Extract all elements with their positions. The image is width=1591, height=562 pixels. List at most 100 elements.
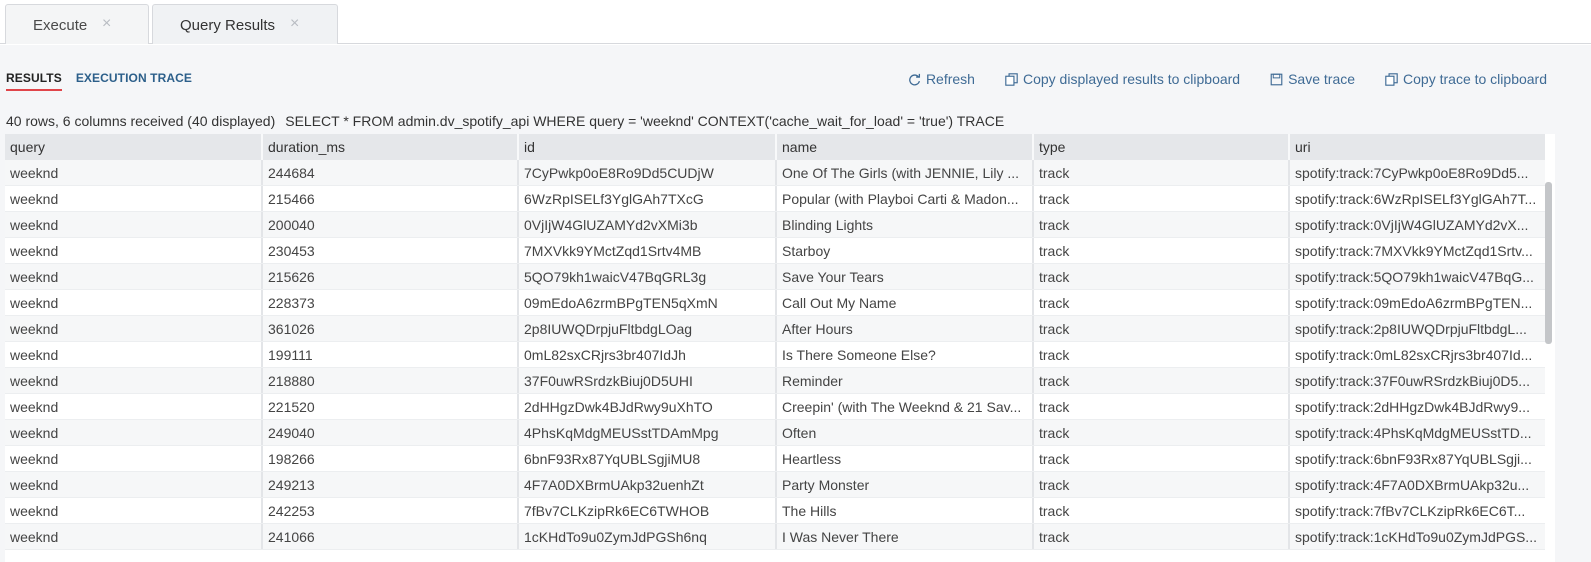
table-scrollbar[interactable] — [1545, 182, 1552, 344]
table-cell[interactable]: 241066 — [263, 524, 519, 549]
table-cell[interactable]: track — [1034, 394, 1290, 419]
table-row[interactable]: weeknd 221520 2dHHgzDwk4BJdRwy9uXhTO Creepi… — [5, 394, 1545, 420]
table-cell[interactable]: Reminder — [777, 368, 1034, 393]
table-cell[interactable]: 7MXVkk9YMctZqd1Srtv4MB — [519, 238, 777, 263]
table-row[interactable]: weeknd 249040 4PhsKqMdgMEUSstTDAmMpg Often t… — [5, 420, 1545, 446]
table-cell[interactable]: 0mL82sxCRjrs3br407IdJh — [519, 342, 777, 367]
table-cell[interactable]: spotify:track:0mL82sxCRjrs3br407Id... — [1290, 342, 1545, 367]
table-cell[interactable]: 361026 — [263, 316, 519, 341]
table-cell[interactable]: Party Monster — [777, 472, 1034, 497]
table-cell[interactable]: weeknd — [5, 368, 263, 393]
table-row[interactable]: weeknd 215466 6WzRpISELf3YglGAh7TXcG Popula… — [5, 186, 1545, 212]
table-cell[interactable]: 09mEdoA6zrmBPgTEN5qXmN — [519, 290, 777, 315]
table-cell[interactable]: weeknd — [5, 186, 263, 211]
table-cell[interactable]: Often — [777, 420, 1034, 445]
save-trace-button[interactable]: Save trace — [1270, 71, 1355, 87]
table-cell[interactable]: spotify:track:09mEdoA6zrmBPgTEN... — [1290, 290, 1545, 315]
column-header[interactable]: name — [777, 134, 1034, 160]
table-cell[interactable]: track — [1034, 238, 1290, 263]
table-row[interactable]: weeknd 228373 09mEdoA6zrmBPgTEN5qXmN Call O… — [5, 290, 1545, 316]
table-cell[interactable]: 199111 — [263, 342, 519, 367]
column-header[interactable]: id — [519, 134, 777, 160]
table-cell[interactable]: Starboy — [777, 238, 1034, 263]
table-cell[interactable]: weeknd — [5, 446, 263, 471]
table-cell[interactable]: 4PhsKqMdgMEUSstTDAmMpg — [519, 420, 777, 445]
table-cell[interactable]: The Hills — [777, 498, 1034, 523]
table-cell[interactable]: I Was Never There — [777, 524, 1034, 549]
table-cell[interactable]: track — [1034, 472, 1290, 497]
table-cell[interactable]: spotify:track:4F7A0DXBrmUAkp32u... — [1290, 472, 1545, 497]
table-cell[interactable]: track — [1034, 420, 1290, 445]
table-cell[interactable]: 242253 — [263, 498, 519, 523]
tab-query-results-close-icon[interactable]: × — [290, 15, 299, 33]
table-cell[interactable]: Save Your Tears — [777, 264, 1034, 289]
table-cell[interactable]: spotify:track:37F0uwRSrdzkBiuj0D5... — [1290, 368, 1545, 393]
table-cell[interactable]: track — [1034, 186, 1290, 211]
table-cell[interactable]: spotify:track:5QO79kh1waicV47BqG... — [1290, 264, 1545, 289]
table-cell[interactable]: weeknd — [5, 342, 263, 367]
table-cell[interactable]: weeknd — [5, 264, 263, 289]
table-cell[interactable]: One Of The Girls (with JENNIE, Lily ... — [777, 160, 1034, 185]
tab-query-results[interactable]: Query Results × — [152, 4, 338, 44]
table-cell[interactable]: spotify:track:7MXVkk9YMctZqd1Srtv... — [1290, 238, 1545, 263]
table-cell[interactable]: spotify:track:2p8IUWQDrpjuFltbdgL... — [1290, 316, 1545, 341]
table-cell[interactable]: 6WzRpISELf3YglGAh7TXcG — [519, 186, 777, 211]
table-cell[interactable]: track — [1034, 498, 1290, 523]
table-cell[interactable]: 215466 — [263, 186, 519, 211]
table-cell[interactable]: Popular (with Playboi Carti & Madon... — [777, 186, 1034, 211]
table-cell[interactable]: 249040 — [263, 420, 519, 445]
column-header[interactable]: type — [1034, 134, 1290, 160]
subtab-results[interactable]: RESULTS — [6, 71, 62, 91]
table-cell[interactable]: track — [1034, 342, 1290, 367]
table-cell[interactable]: weeknd — [5, 160, 263, 185]
table-cell[interactable]: weeknd — [5, 316, 263, 341]
column-header[interactable]: uri — [1290, 134, 1545, 160]
table-cell[interactable]: Call Out My Name — [777, 290, 1034, 315]
table-cell[interactable]: track — [1034, 368, 1290, 393]
table-cell[interactable]: weeknd — [5, 420, 263, 445]
table-cell[interactable]: track — [1034, 264, 1290, 289]
refresh-button[interactable]: Refresh — [908, 71, 975, 87]
table-row[interactable]: weeknd 199111 0mL82sxCRjrs3br407IdJh Is The… — [5, 342, 1545, 368]
table-cell[interactable]: weeknd — [5, 212, 263, 237]
table-cell[interactable]: Blinding Lights — [777, 212, 1034, 237]
table-cell[interactable]: 37F0uwRSrdzkBiuj0D5UHI — [519, 368, 777, 393]
table-cell[interactable]: 230453 — [263, 238, 519, 263]
table-row[interactable]: weeknd 200040 0VjIjW4GlUZAMYd2vXMi3b Blindi… — [5, 212, 1545, 238]
table-cell[interactable]: Creepin' (with The Weeknd & 21 Sav... — [777, 394, 1034, 419]
table-cell[interactable]: 198266 — [263, 446, 519, 471]
table-cell[interactable]: 0VjIjW4GlUZAMYd2vXMi3b — [519, 212, 777, 237]
column-header[interactable]: duration_ms — [263, 134, 519, 160]
table-cell[interactable]: 6bnF93Rx87YqUBLSgjiMU8 — [519, 446, 777, 471]
table-cell[interactable]: spotify:track:6bnF93Rx87YqUBLSgji... — [1290, 446, 1545, 471]
table-cell[interactable]: 228373 — [263, 290, 519, 315]
table-cell[interactable]: Is There Someone Else? — [777, 342, 1034, 367]
table-cell[interactable]: After Hours — [777, 316, 1034, 341]
table-cell[interactable]: weeknd — [5, 472, 263, 497]
table-cell[interactable]: weeknd — [5, 238, 263, 263]
table-cell[interactable]: spotify:track:0VjIjW4GlUZAMYd2vX... — [1290, 212, 1545, 237]
table-row[interactable]: weeknd 244684 7CyPwkp0oE8Ro9Dd5CUDjW One Of… — [5, 160, 1545, 186]
copy-results-button[interactable]: Copy displayed results to clipboard — [1005, 71, 1240, 87]
column-header[interactable]: query — [5, 134, 263, 160]
table-cell[interactable]: 4F7A0DXBrmUAkp32uenhZt — [519, 472, 777, 497]
table-cell[interactable]: track — [1034, 212, 1290, 237]
copy-trace-button[interactable]: Copy trace to clipboard — [1385, 71, 1547, 87]
tab-execute[interactable]: Execute × — [5, 4, 149, 44]
table-cell[interactable]: spotify:track:4PhsKqMdgMEUSstTD... — [1290, 420, 1545, 445]
table-cell[interactable]: spotify:track:6WzRpISELf3YglGAh7T... — [1290, 186, 1545, 211]
table-cell[interactable]: weeknd — [5, 498, 263, 523]
table-row[interactable]: weeknd 242253 7fBv7CLKzipRk6EC6TWHOB The Hi… — [5, 498, 1545, 524]
table-cell[interactable]: 7fBv7CLKzipRk6EC6TWHOB — [519, 498, 777, 523]
table-cell[interactable]: 200040 — [263, 212, 519, 237]
table-cell[interactable]: spotify:track:7CyPwkp0oE8Ro9Dd5... — [1290, 160, 1545, 185]
table-cell[interactable]: 2p8IUWQDrpjuFltbdgLOag — [519, 316, 777, 341]
table-cell[interactable]: spotify:track:7fBv7CLKzipRk6EC6T... — [1290, 498, 1545, 523]
table-row[interactable]: weeknd 230453 7MXVkk9YMctZqd1Srtv4MB Starbo… — [5, 238, 1545, 264]
table-cell[interactable]: 244684 — [263, 160, 519, 185]
table-cell[interactable]: spotify:track:1cKHdTo9u0ZymJdPGS... — [1290, 524, 1545, 549]
table-row[interactable]: weeknd 249213 4F7A0DXBrmUAkp32uenhZt Party … — [5, 472, 1545, 498]
table-cell[interactable]: track — [1034, 160, 1290, 185]
table-cell[interactable]: 5QO79kh1waicV47BqGRL3g — [519, 264, 777, 289]
table-cell[interactable]: 7CyPwkp0oE8Ro9Dd5CUDjW — [519, 160, 777, 185]
